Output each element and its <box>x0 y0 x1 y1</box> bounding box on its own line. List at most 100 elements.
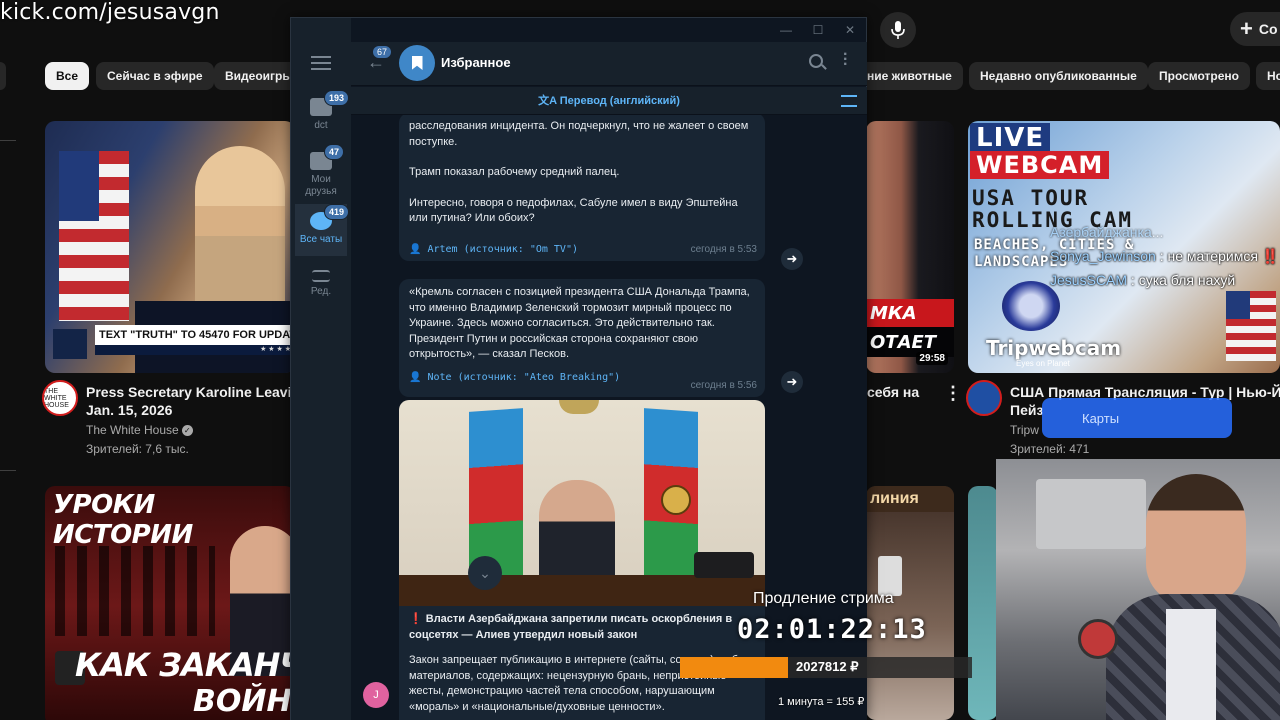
maps-label: Карты <box>1082 410 1120 426</box>
stream-url-overlay: kick.com/jesusavgn <box>0 0 220 25</box>
thumbnail-red-text: МКА <box>866 299 954 327</box>
menu-icon[interactable] <box>311 56 331 70</box>
message-photo[interactable] <box>399 400 765 606</box>
chip-animals[interactable]: ние животные <box>856 62 963 90</box>
message-text: «Кремль согласен с позицией президента С… <box>409 286 750 360</box>
donation-goal-bar: 2027812 ₽ <box>680 657 972 678</box>
translate-label: Перевод (английский) <box>559 95 680 107</box>
chip-live[interactable]: Сейчас в эфире <box>96 62 214 90</box>
folder-label: Ред. <box>310 286 332 297</box>
message-headline: ❗ Власти Азербайджана запретили писать о… <box>409 613 733 641</box>
screen: kick.com/jesusavgn + Со Все Сейчас в эфир… <box>0 0 1280 720</box>
share-icon[interactable]: ➜ <box>781 371 803 393</box>
plus-icon: + <box>1240 16 1253 41</box>
chip-watched[interactable]: Просмотрено <box>1148 62 1251 90</box>
folder-dct[interactable]: 193 dct <box>295 90 350 132</box>
chats-icon: 419 <box>310 204 350 230</box>
divider <box>0 470 16 471</box>
window-controls: — ☐ ✕ <box>746 18 866 42</box>
saved-messages-avatar[interactable] <box>399 45 435 81</box>
translate-bar[interactable]: 文A Перевод (английский) <box>351 87 867 115</box>
streamer-head <box>1146 474 1246 604</box>
close-button[interactable]: ✕ <box>834 18 866 42</box>
message-text: Интересно, говоря о педофилах, Сабуле им… <box>409 196 738 225</box>
more-vert-icon[interactable]: · · · <box>843 47 848 73</box>
video-duration: 29:58 <box>916 352 948 365</box>
channel-avatar-tripwebcam[interactable] <box>966 380 1002 416</box>
folder-label: Все чаты <box>299 234 343 245</box>
maps-button[interactable]: Карты <box>1042 398 1232 438</box>
chat-line: Азербайджанка... <box>1050 224 1164 240</box>
brand-logo: Tripwebcam <box>986 336 1122 360</box>
thumbnail-big-text-2: ВОЙН <box>193 684 292 719</box>
chat-line: Sonya_Jewinson : не материмся ‼️ <box>1050 248 1280 264</box>
sliders-icon <box>312 270 330 282</box>
verified-icon: ✓ <box>181 425 193 437</box>
voice-search-button[interactable] <box>880 12 916 48</box>
video-title[interactable]: Press Secretary Karoline Leavitt B <box>86 383 315 402</box>
minimize-button[interactable]: — <box>770 18 802 42</box>
message-bubble[interactable]: расследования инцидента. Он подчеркнул, … <box>399 115 765 261</box>
azerbaijan-flag <box>469 408 523 582</box>
channel-name[interactable]: Tripw <box>1010 423 1039 437</box>
unread-badge: 193 <box>324 90 350 106</box>
chip-all[interactable]: Все <box>45 62 90 90</box>
us-flag <box>1226 291 1276 361</box>
donate-title: Продление стрима <box>753 590 894 607</box>
video-thumbnail-history[interactable]: УРОКИ ИСТОРИИ КАК ЗАКАНЧ ВОЙН <box>45 486 295 720</box>
mic-icon <box>891 21 905 39</box>
video-title-line2[interactable]: Пейз <box>1010 401 1043 420</box>
stream-chat-overlay: Азербайджанка... Sonya_Jewinson : не мат… <box>1050 220 1280 292</box>
folder-edit[interactable]: Ред. <box>295 270 347 298</box>
video-title-line2[interactable]: Jan. 15, 2026 <box>86 401 172 420</box>
channel-name[interactable]: The White House ✓ <box>86 423 193 437</box>
create-button[interactable]: + Со <box>1230 12 1280 46</box>
soldiers-image <box>55 546 215 636</box>
more-icon[interactable]: ⋮ <box>944 383 962 404</box>
folder-icon: 47 <box>310 144 345 170</box>
translate-settings-icon[interactable] <box>841 95 857 107</box>
user-avatar[interactable]: J <box>363 682 389 708</box>
message-bubble[interactable]: «Кремль согласен с позицией президента С… <box>399 279 765 397</box>
chip-new[interactable]: Но <box>1256 62 1280 90</box>
folder-icon: 193 <box>310 90 350 116</box>
thumbnail-label: линия <box>866 486 954 512</box>
folder-sidebar: 193 dct 47 Мои друзья 419 Все чаты Ред. <box>291 18 351 720</box>
goal-progress-fill <box>680 657 789 678</box>
webcam-label: WEBCAM <box>970 151 1110 179</box>
streamer-shirt <box>1166 609 1216 720</box>
chat-line: JesusSCAM : сука бля нахуй <box>1050 272 1236 288</box>
maximize-button[interactable]: ☐ <box>802 18 834 42</box>
stream-timer: 02:01:22:13 <box>737 614 927 645</box>
create-label: Со <box>1258 21 1278 37</box>
donation-rate: 1 минута = 155 ₽ <box>778 696 865 708</box>
scroll-down-icon[interactable]: ⌄ <box>468 556 502 590</box>
chat-title[interactable]: Избранное <box>441 55 511 70</box>
view-count: Зрителей: 7,6 тыс. <box>86 442 189 456</box>
bookmark-icon <box>411 56 423 70</box>
background-shelf <box>1036 479 1146 549</box>
live-label: LIVE <box>970 123 1051 153</box>
streamer-webcam <box>996 459 1280 720</box>
desk <box>399 575 765 606</box>
white-house-seal <box>53 329 87 359</box>
message-text: расследования инцидента. Он подчеркнул, … <box>409 120 749 148</box>
message-time: сегодня в 5:56 <box>690 379 757 391</box>
folder-friends[interactable]: 47 Мои друзья <box>295 144 347 198</box>
video-thumbnail-white-house[interactable]: TEXT "TRUTH" TO 45470 FOR UPDAT ★ ★ ★ ★ <box>45 121 295 373</box>
thumbnail-banner: TEXT "TRUTH" TO 45470 FOR UPDAT <box>95 325 295 345</box>
chip-recent[interactable]: Недавно опубликованные <box>969 62 1148 90</box>
brand-tagline: Eyes on Planet <box>1016 359 1070 368</box>
folder-label: Мои друзья <box>305 174 337 197</box>
emblem <box>661 485 691 515</box>
video-title-partial[interactable]: себя на <box>867 383 919 402</box>
video-thumbnail-partial[interactable]: МКА ОТАЕТ 29:58 <box>866 121 954 373</box>
view-count: Зрителей: 471 <box>1010 442 1090 456</box>
channel-avatar-white-house[interactable]: THE WHITE HOUSE <box>42 380 78 416</box>
search-icon[interactable] <box>809 54 823 68</box>
share-icon[interactable]: ➜ <box>781 248 803 270</box>
us-flag <box>59 151 129 321</box>
video-thumbnail-partial-2[interactable] <box>968 486 998 720</box>
folder-all-chats[interactable]: 419 Все чаты <box>295 204 350 256</box>
divider <box>0 140 16 141</box>
